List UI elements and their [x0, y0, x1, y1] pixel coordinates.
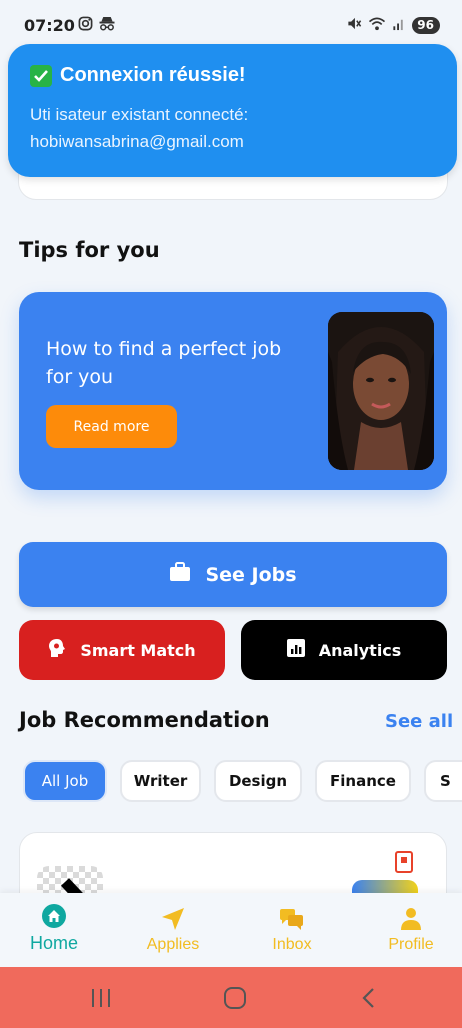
- bookmark-icon[interactable]: [395, 851, 413, 873]
- back-icon[interactable]: [360, 987, 376, 1013]
- analytics-icon: [286, 639, 305, 661]
- nav-applies-label: Applies: [146, 936, 200, 953]
- category-chips: All Job Writer Design Finance S: [21, 760, 462, 802]
- tips-card[interactable]: How to find a perfect job for you Read m…: [19, 292, 447, 490]
- mute-icon: [346, 16, 362, 35]
- nav-profile[interactable]: Profile: [361, 906, 461, 954]
- tips-section-title: Tips for you: [19, 238, 160, 262]
- chip-all-job[interactable]: All Job: [23, 760, 107, 802]
- analytics-label: Analytics: [318, 640, 402, 660]
- nav-applies[interactable]: Applies: [123, 906, 223, 954]
- send-icon: [123, 906, 223, 932]
- home-system-icon[interactable]: [223, 987, 247, 1013]
- signal-icon: [392, 16, 406, 35]
- status-time: 07:20: [24, 16, 75, 35]
- briefcase-icon: [169, 562, 191, 587]
- incognito-icon: [98, 16, 116, 35]
- chip-finance[interactable]: Finance: [315, 760, 411, 802]
- user-icon: [361, 906, 461, 932]
- smart-match-label: Smart Match: [80, 640, 196, 660]
- chip-more[interactable]: S: [424, 760, 462, 802]
- see-jobs-label: See Jobs: [205, 563, 297, 586]
- wifi-icon: [368, 16, 386, 35]
- bottom-navigation: Home Applies Inbox Profile: [0, 893, 462, 967]
- chip-writer[interactable]: Writer: [120, 760, 201, 802]
- chat-icon: [242, 906, 342, 932]
- nav-inbox[interactable]: Inbox: [242, 906, 342, 954]
- nav-profile-label: Profile: [388, 936, 434, 953]
- tips-card-text: How to find a perfect job for you: [46, 338, 282, 388]
- see-jobs-button[interactable]: See Jobs: [19, 542, 447, 607]
- nav-home[interactable]: Home: [4, 903, 104, 954]
- tips-photo: [328, 312, 434, 470]
- check-icon: [30, 64, 52, 87]
- chip-design[interactable]: Design: [214, 760, 302, 802]
- analytics-button[interactable]: Analytics: [241, 620, 447, 680]
- recent-apps-icon[interactable]: [90, 988, 112, 1012]
- battery-indicator: 96: [412, 17, 440, 34]
- login-success-toast[interactable]: Connexion réussie! Uti isateur existant …: [8, 44, 457, 177]
- job-recommendation-title: Job Recommendation: [19, 708, 270, 732]
- toast-title: Connexion réussie!: [60, 64, 246, 86]
- home-icon: [4, 903, 104, 929]
- nav-home-label: Home: [29, 933, 78, 953]
- read-more-button[interactable]: Read more: [46, 405, 177, 448]
- nav-inbox-label: Inbox: [272, 936, 312, 953]
- toast-message: Uti isateur existant connecté: hobiwansa…: [30, 105, 249, 151]
- smart-match-button[interactable]: Smart Match: [19, 620, 225, 680]
- see-all-link[interactable]: See all: [385, 711, 453, 732]
- instagram-icon: [78, 16, 93, 35]
- system-navigation-bar: [0, 967, 462, 1028]
- brain-head-icon: [48, 638, 66, 662]
